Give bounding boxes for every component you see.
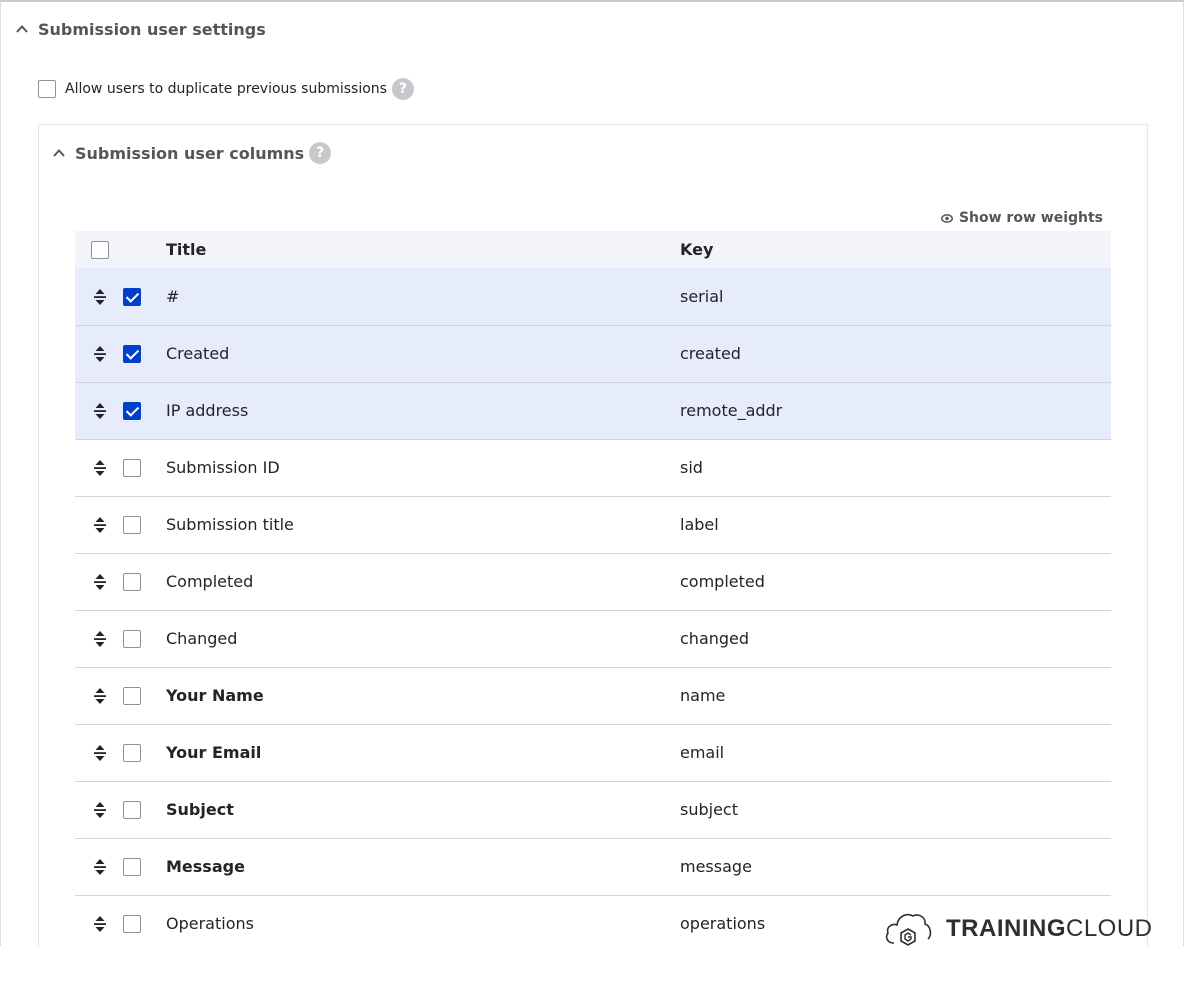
- row-checkbox[interactable]: [123, 459, 141, 478]
- row-key: subject: [680, 800, 738, 819]
- row-key: created: [680, 344, 741, 363]
- submission-user-columns-panel: Submission user columns ? Show row weigh…: [38, 124, 1148, 954]
- drag-handle-icon[interactable]: [93, 630, 107, 648]
- row-key: name: [680, 686, 726, 705]
- row-key: sid: [680, 458, 703, 477]
- row-checkbox[interactable]: [123, 402, 141, 421]
- row-checkbox[interactable]: [123, 345, 141, 364]
- row-title: Submission title: [166, 515, 294, 534]
- row-checkbox[interactable]: [123, 288, 141, 306]
- drag-handle-icon[interactable]: [93, 402, 107, 420]
- row-title: IP address: [166, 401, 249, 420]
- select-all-checkbox[interactable]: [91, 241, 109, 260]
- row-key: completed: [680, 572, 765, 591]
- drag-handle-icon[interactable]: [93, 801, 107, 819]
- row-title: Submission ID: [166, 458, 280, 477]
- row-checkbox[interactable]: [123, 915, 141, 934]
- drag-handle-icon[interactable]: [93, 573, 107, 591]
- row-checkbox[interactable]: [123, 630, 141, 649]
- table-row[interactable]: Changed changed: [75, 610, 1111, 667]
- row-checkbox[interactable]: [123, 801, 141, 820]
- duplicate-submissions-label[interactable]: Allow users to duplicate previous submis…: [65, 81, 387, 97]
- row-title: Your Name: [166, 686, 264, 705]
- row-checkbox[interactable]: [123, 858, 141, 877]
- drag-handle-icon[interactable]: [93, 687, 107, 705]
- submission-user-columns-toggle[interactable]: Submission user columns ?: [52, 141, 332, 165]
- show-row-weights-link[interactable]: Show row weights: [940, 210, 1103, 226]
- row-title: #: [166, 286, 180, 306]
- watermark-text: TRAININGCLOUD: [946, 915, 1153, 942]
- cloud-logo-icon: [885, 913, 932, 946]
- row-title: Created: [166, 344, 230, 363]
- table-row[interactable]: Submission ID sid: [75, 439, 1111, 496]
- title-column-header: Title: [166, 240, 207, 259]
- row-title: Subject: [166, 800, 234, 819]
- drag-handle-icon[interactable]: [93, 459, 107, 477]
- submission-user-settings-toggle[interactable]: Submission user settings: [15, 18, 266, 40]
- row-checkbox[interactable]: [123, 687, 141, 706]
- table-row[interactable]: Message message: [75, 838, 1111, 895]
- row-title: Completed: [166, 572, 254, 591]
- row-key: remote_addr: [680, 401, 783, 420]
- row-key: message: [680, 857, 752, 876]
- drag-handle-icon[interactable]: [93, 858, 107, 876]
- show-row-weights-label[interactable]: Show row weights: [959, 210, 1103, 226]
- drag-handle-icon[interactable]: [93, 345, 107, 363]
- chevron-up-icon: [16, 25, 28, 33]
- row-key: changed: [680, 629, 750, 648]
- section-title: Submission user columns: [75, 143, 305, 163]
- drag-handle-icon[interactable]: [93, 288, 107, 306]
- drag-handle-icon[interactable]: [93, 744, 107, 762]
- row-key: label: [680, 515, 719, 534]
- table-row[interactable]: Your Email email: [75, 724, 1111, 781]
- row-title: Your Email: [166, 743, 262, 762]
- table-row[interactable]: IP address remote_addr: [75, 382, 1111, 439]
- duplicate-submissions-option: Allow users to duplicate previous submis…: [38, 78, 414, 100]
- row-title: Message: [166, 857, 245, 876]
- table-row[interactable]: Completed completed: [75, 553, 1111, 610]
- row-key: serial: [680, 286, 724, 306]
- drag-handle-icon[interactable]: [93, 915, 107, 933]
- columns-table: Title Key # serial Created created IP addres…: [75, 231, 1111, 953]
- submission-user-settings-panel: Submission user settings Allow users to …: [0, 2, 1184, 954]
- table-row[interactable]: # serial: [75, 268, 1111, 325]
- row-key: email: [680, 743, 725, 762]
- section-title: Submission user settings: [38, 19, 266, 39]
- table-header-row: Title Key: [75, 231, 1111, 268]
- help-icon[interactable]: ?: [309, 142, 332, 164]
- table-row[interactable]: Your Name name: [75, 667, 1111, 724]
- row-title: Changed: [166, 629, 238, 648]
- eye-icon: [940, 213, 953, 223]
- row-title: Operations: [166, 914, 254, 933]
- duplicate-submissions-checkbox[interactable]: [38, 80, 56, 98]
- row-checkbox[interactable]: [123, 744, 141, 763]
- row-checkbox[interactable]: [123, 516, 141, 535]
- chevron-up-icon: [53, 149, 65, 157]
- table-row[interactable]: Subject subject: [75, 781, 1111, 838]
- table-row[interactable]: Created created: [75, 325, 1111, 382]
- page-bottom: [0, 946, 1184, 999]
- row-checkbox[interactable]: [123, 573, 141, 592]
- key-column-header: Key: [680, 240, 714, 259]
- table-row[interactable]: Submission title label: [75, 496, 1111, 553]
- trainingcloud-watermark: TRAININGCLOUD: [884, 910, 1153, 948]
- help-icon[interactable]: ?: [391, 78, 414, 100]
- drag-handle-icon[interactable]: [93, 516, 107, 534]
